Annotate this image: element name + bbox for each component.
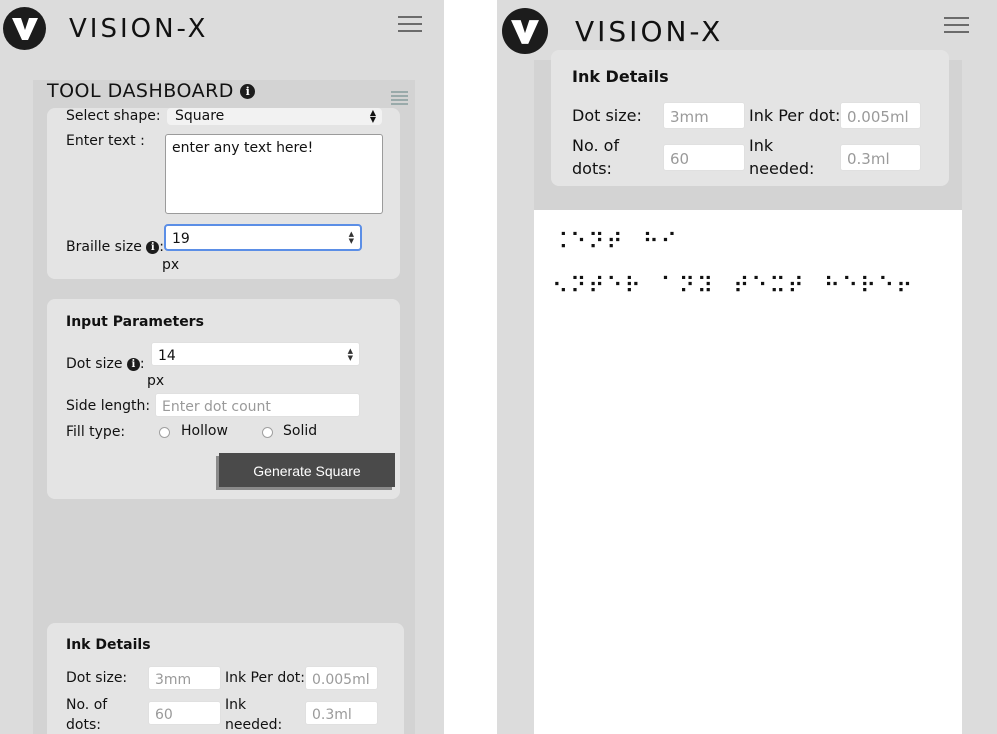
brand-title: VISION-X: [575, 15, 724, 48]
ink-needed-label: Ink needed:: [225, 695, 282, 734]
select-shape-label: Select shape:: [66, 108, 161, 124]
dot-size-label-text: Dot size: [66, 356, 123, 372]
braille-size-value: 19: [172, 231, 190, 247]
fill-option-solid: Solid: [283, 423, 318, 439]
shape-select-value: Square: [175, 108, 225, 124]
ink-needed-label-line2: needed:: [225, 717, 283, 733]
shape-select[interactable]: Square ▲ ▼: [167, 108, 382, 125]
ink-details-title: Ink Details: [66, 637, 151, 653]
braille-output-line-2: ⠢⠝⠞⠑⠗⠀⠁⠝⠽⠀⠞⠑⠭⠞⠀⠓⠑⠗⠑⠖: [552, 274, 915, 299]
input-parameters-title: Input Parameters: [66, 314, 204, 330]
logo-icon[interactable]: [502, 8, 548, 54]
side-length-label: Side length:: [66, 398, 151, 414]
no-of-dots-label-line1: No. of: [572, 136, 620, 155]
right-screen: VISION-X Ink Details Dot size: 3mm Ink P…: [497, 0, 997, 734]
no-of-dots-label-line2: dots:: [572, 159, 612, 178]
ink-dot-size-label: Dot size:: [572, 106, 642, 125]
spinner-icon[interactable]: ▲ ▼: [349, 231, 354, 245]
left-screen: VISION-X TOOL DASHBOARD i Select shape: …: [0, 0, 444, 734]
braille-output-canvas: ⠨⠑⠝⠞⠀⠓⠊ ⠢⠝⠞⠑⠗⠀⠁⠝⠽⠀⠞⠑⠭⠞⠀⠓⠑⠗⠑⠖: [534, 210, 962, 734]
ink-per-dot-field: 0.005ml: [840, 102, 921, 129]
ink-dot-size-label: Dot size:: [66, 670, 128, 686]
no-of-dots-label-line2: dots:: [66, 717, 101, 733]
braille-unit: px: [162, 257, 180, 273]
enter-text-label: Enter text :: [66, 133, 145, 149]
hamburger-menu-icon[interactable]: [944, 17, 969, 35]
dot-size-label: Dot size i:: [66, 356, 145, 372]
side-length-input[interactable]: Enter dot count: [155, 393, 360, 417]
braille-size-label-text: Braille size: [66, 239, 142, 255]
braille-output-line-1: ⠨⠑⠝⠞⠀⠓⠊: [552, 230, 679, 255]
ink-dot-size-field: 3mm: [663, 102, 745, 129]
spinner-icon[interactable]: ▲ ▼: [348, 348, 353, 362]
no-of-dots-label: No. of dots:: [572, 134, 619, 180]
ink-details-title: Ink Details: [572, 67, 669, 86]
no-of-dots-field: 60: [663, 144, 745, 171]
dot-unit: px: [147, 373, 165, 389]
generate-square-button[interactable]: Generate Square: [219, 453, 395, 487]
ink-needed-label-line2: needed:: [749, 159, 815, 178]
dashboard-title: TOOL DASHBOARD i: [47, 80, 256, 102]
hamburger-menu-icon[interactable]: [398, 16, 422, 34]
fill-option-hollow: Hollow: [181, 423, 228, 439]
no-of-dots-label-line1: No. of: [66, 697, 108, 713]
info-icon[interactable]: i: [240, 84, 256, 99]
list-icon[interactable]: [391, 91, 408, 105]
ink-per-dot-field: 0.005ml: [305, 666, 378, 690]
fill-type-label: Fill type:: [66, 424, 126, 440]
dashboard-panel-bottom: Ink Details Dot size: 3mm Ink Per dot: 0…: [534, 50, 962, 210]
ink-needed-label-line1: Ink: [749, 136, 774, 155]
ink-details-card: Ink Details Dot size: 3mm Ink Per dot: 0…: [47, 623, 404, 734]
no-of-dots-label: No. of dots:: [66, 695, 107, 734]
brand-title: VISION-X: [69, 14, 209, 44]
ink-details-card: Ink Details Dot size: 3mm Ink Per dot: 0…: [551, 50, 949, 186]
braille-size-label: Braille size i:: [66, 239, 164, 255]
text-input[interactable]: enter any text here!: [165, 134, 383, 214]
ink-needed-label-line1: Ink: [225, 697, 247, 713]
dot-size-value: 14: [158, 348, 176, 364]
ink-needed-field: 0.3ml: [305, 701, 378, 725]
radio-solid[interactable]: [262, 427, 273, 438]
logo-icon[interactable]: [3, 7, 46, 50]
braille-size-input[interactable]: 19 ▲ ▼: [164, 224, 362, 251]
radio-hollow[interactable]: [159, 427, 170, 438]
ink-dot-size-field: 3mm: [148, 666, 221, 690]
ink-needed-field: 0.3ml: [840, 144, 921, 171]
info-icon[interactable]: i: [146, 240, 160, 254]
ink-per-dot-label: Ink Per dot:: [749, 106, 841, 125]
ink-per-dot-label: Ink Per dot:: [225, 670, 305, 686]
shape-card: Select shape: Square ▲ ▼ Enter text : ent…: [47, 108, 400, 279]
info-icon[interactable]: i: [126, 357, 140, 371]
select-arrows-icon: ▲ ▼: [369, 108, 376, 124]
no-of-dots-field: 60: [148, 701, 221, 725]
dot-size-input[interactable]: 14 ▲ ▼: [151, 342, 360, 366]
ink-needed-label: Ink needed:: [749, 134, 814, 180]
tool-dashboard-panel: TOOL DASHBOARD i Select shape: Square ▲ ▼…: [33, 80, 415, 734]
dashboard-title-text: TOOL DASHBOARD: [47, 80, 234, 102]
